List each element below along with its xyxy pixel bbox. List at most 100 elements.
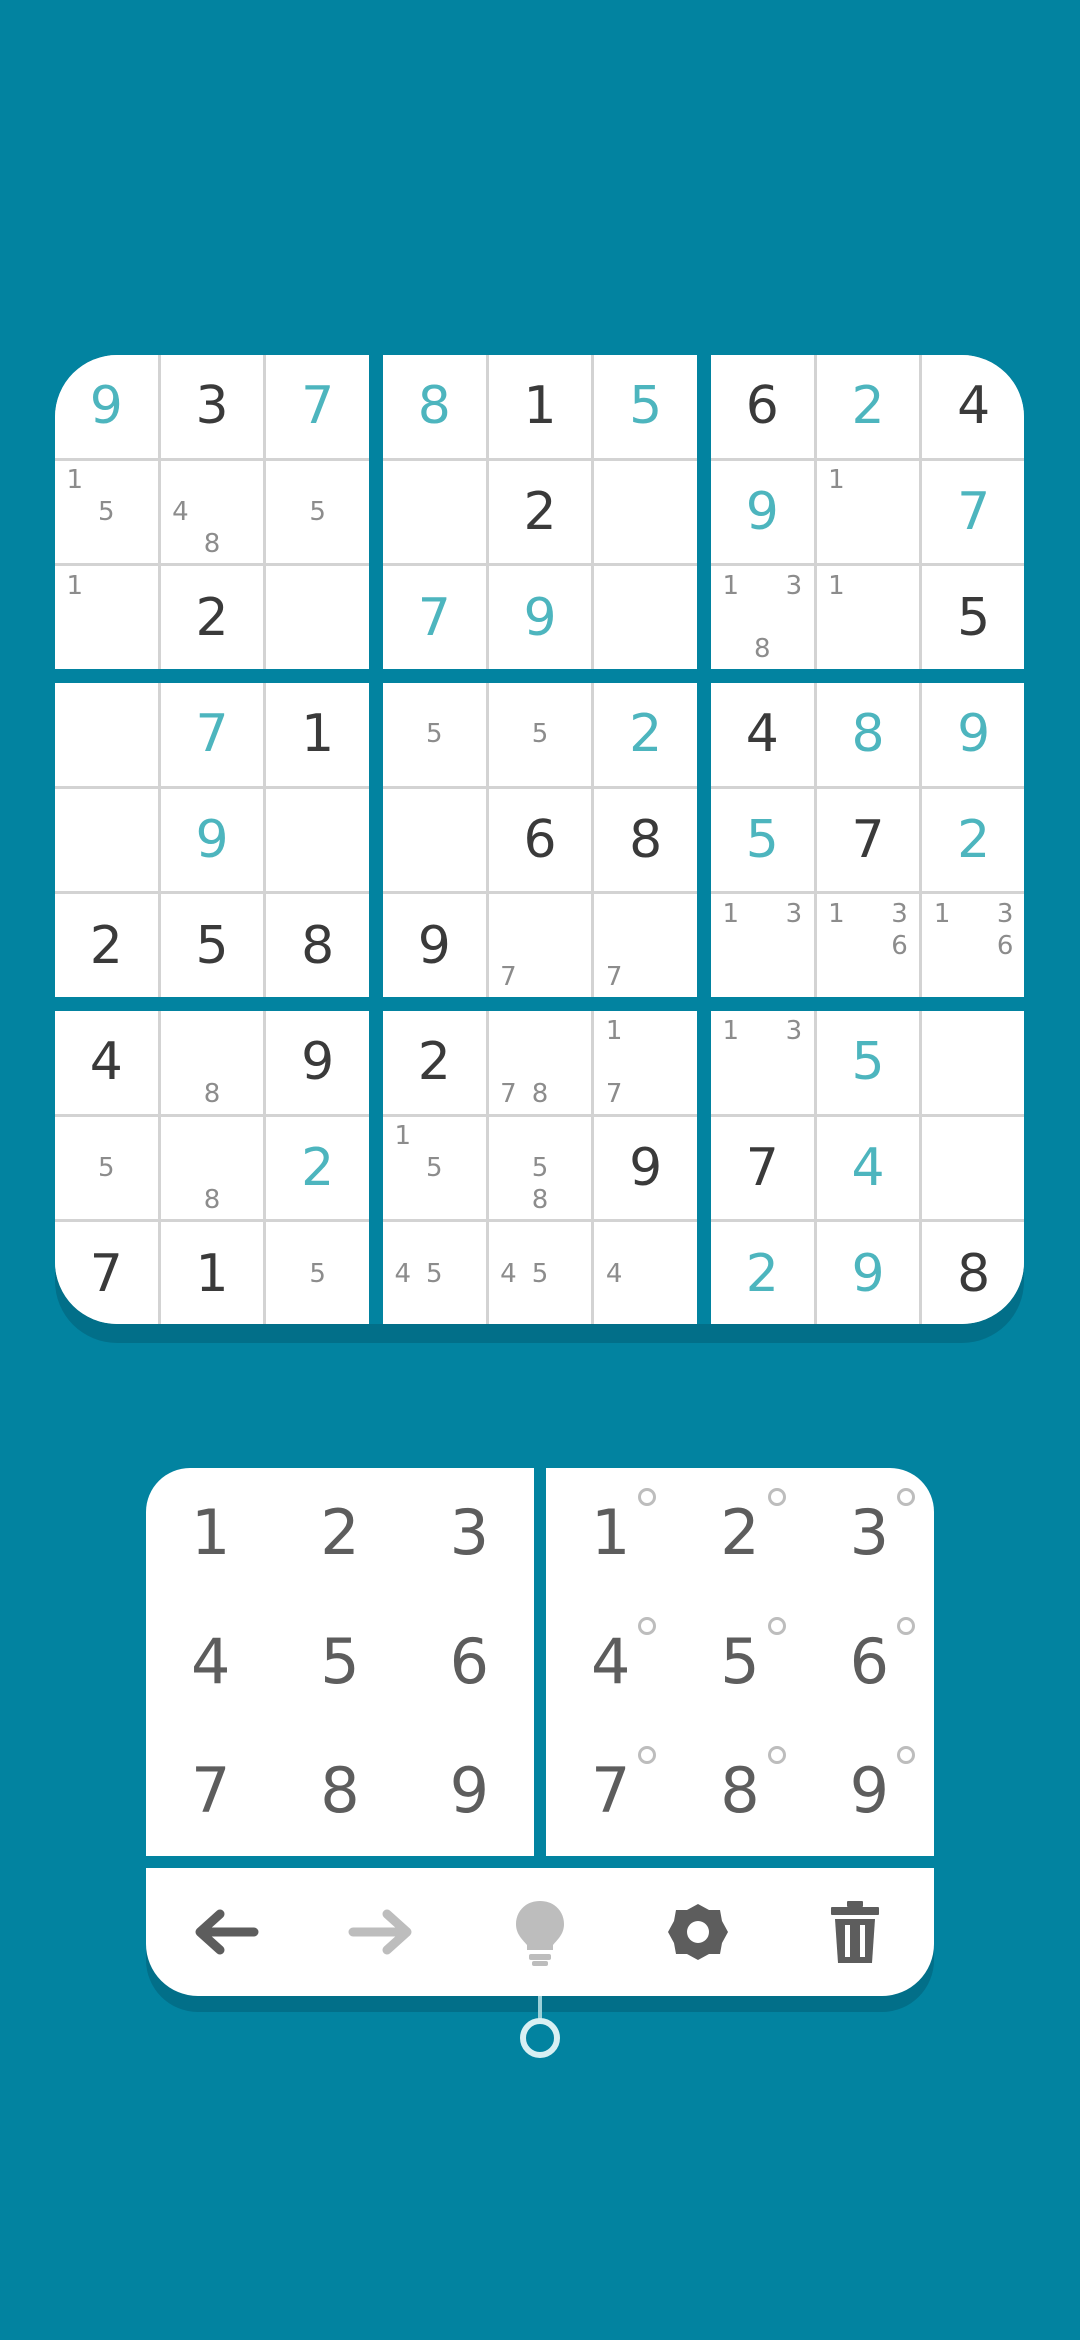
board-cell[interactable]: 8 <box>922 1222 1024 1324</box>
board-cell[interactable] <box>383 788 486 892</box>
board-cell[interactable]: 1 <box>816 460 920 564</box>
board-cell[interactable]: 9 <box>488 566 592 669</box>
board-cell[interactable]: 7 <box>383 566 486 669</box>
digit-key[interactable]: 8 <box>275 1727 404 1856</box>
board-cell[interactable]: 2 <box>488 460 592 564</box>
board-cell[interactable] <box>922 1011 1024 1114</box>
board-cell[interactable]: 5 <box>488 683 592 786</box>
board-cell[interactable]: 3 <box>160 355 264 458</box>
board-cell[interactable]: 8 <box>816 683 920 786</box>
board-cell[interactable]: 1 36 <box>816 894 920 997</box>
board-cell[interactable]: 9 <box>816 1222 920 1324</box>
board-cell[interactable] <box>266 788 369 892</box>
board-cell[interactable]: 5 <box>594 355 697 458</box>
board-cell[interactable]: 9 <box>922 683 1024 786</box>
board-cell[interactable]: 2 <box>922 788 1024 892</box>
board-cell[interactable]: 7 <box>594 894 697 997</box>
board-cell[interactable]: 5 <box>816 1011 920 1114</box>
digit-key[interactable]: 2 <box>275 1468 404 1597</box>
note-key[interactable]: 7 <box>546 1727 675 1856</box>
digit-key[interactable]: 1 <box>146 1468 275 1597</box>
note-key[interactable]: 3 <box>805 1468 934 1597</box>
note-key[interactable]: 1 <box>546 1468 675 1597</box>
board-cell[interactable] <box>922 1116 1024 1220</box>
board-cell[interactable] <box>383 460 486 564</box>
board-cell[interactable]: 5 <box>383 683 486 786</box>
board-cell[interactable]: 9 <box>711 460 814 564</box>
board-cell[interactable]: 15 <box>55 460 158 564</box>
board-cell[interactable]: 17 <box>594 1011 697 1114</box>
board-cell[interactable]: 58 <box>488 1116 592 1220</box>
board-cell[interactable]: 4 <box>711 683 814 786</box>
board-cell[interactable]: 45 <box>488 1222 592 1324</box>
board-cell[interactable]: 2 <box>266 1116 369 1220</box>
board-cell[interactable] <box>594 566 697 669</box>
board-cell[interactable] <box>55 683 158 786</box>
redo-button[interactable] <box>337 1887 427 1977</box>
board-cell[interactable]: 1 3 8 <box>711 566 814 669</box>
board-cell[interactable]: 2 <box>383 1011 486 1114</box>
note-key[interactable]: 2 <box>675 1468 804 1597</box>
board-cell[interactable]: 7 <box>922 460 1024 564</box>
digit-key[interactable]: 6 <box>405 1597 534 1726</box>
board-cell[interactable] <box>266 566 369 669</box>
erase-button[interactable] <box>810 1887 900 1977</box>
board-cell[interactable]: 7 <box>160 683 264 786</box>
digit-key[interactable]: 4 <box>146 1597 275 1726</box>
digit-key[interactable]: 9 <box>405 1727 534 1856</box>
note-key[interactable]: 4 <box>546 1597 675 1726</box>
board-cell[interactable]: 7 <box>55 1222 158 1324</box>
board-cell[interactable]: 1 <box>266 683 369 786</box>
board-cell[interactable]: 6 <box>711 355 814 458</box>
note-key[interactable]: 5 <box>675 1597 804 1726</box>
board-cell[interactable]: 4 <box>816 1116 920 1220</box>
board-cell[interactable]: 2 <box>55 894 158 997</box>
hint-button[interactable] <box>495 1887 585 1977</box>
board-cell[interactable]: 1 36 <box>922 894 1024 997</box>
settings-button[interactable] <box>653 1887 743 1977</box>
board-cell[interactable] <box>55 788 158 892</box>
board-cell[interactable]: 5 <box>266 460 369 564</box>
note-key[interactable]: 6 <box>805 1597 934 1726</box>
board-cell[interactable]: 1 <box>488 355 592 458</box>
board-cell[interactable]: 5 <box>922 566 1024 669</box>
board-cell[interactable]: 8 <box>266 894 369 997</box>
board-cell[interactable]: 9 <box>55 355 158 458</box>
board-cell[interactable]: 1 <box>55 566 158 669</box>
board-cell[interactable]: 7 <box>488 894 592 997</box>
note-key[interactable]: 8 <box>675 1727 804 1856</box>
board-cell[interactable]: 1 <box>160 1222 264 1324</box>
board-cell[interactable]: 9 <box>383 894 486 997</box>
board-cell[interactable]: 4 <box>55 1011 158 1114</box>
board-cell[interactable]: 78 <box>488 1011 592 1114</box>
board-cell[interactable]: 6 <box>488 788 592 892</box>
board-cell[interactable]: 8 <box>594 788 697 892</box>
undo-button[interactable] <box>180 1887 270 1977</box>
board-cell[interactable]: 15 <box>383 1116 486 1220</box>
board-cell[interactable]: 4 <box>922 355 1024 458</box>
board-cell[interactable]: 48 <box>160 460 264 564</box>
board-cell[interactable]: 8 <box>383 355 486 458</box>
board-cell[interactable]: 2 <box>711 1222 814 1324</box>
board-cell[interactable]: 7 <box>266 355 369 458</box>
board-cell[interactable]: 5 <box>160 894 264 997</box>
board-cell[interactable]: 7 <box>711 1116 814 1220</box>
board-cell[interactable]: 8 <box>160 1116 264 1220</box>
board-cell[interactable]: 2 <box>594 683 697 786</box>
board-cell[interactable]: 8 <box>160 1011 264 1114</box>
board-cell[interactable]: 5 <box>711 788 814 892</box>
board-cell[interactable]: 2 <box>816 355 920 458</box>
board-cell[interactable]: 7 <box>816 788 920 892</box>
board-cell[interactable]: 2 <box>160 566 264 669</box>
board-cell[interactable]: 1 <box>816 566 920 669</box>
digit-key[interactable]: 7 <box>146 1727 275 1856</box>
board-cell[interactable]: 9 <box>266 1011 369 1114</box>
board-cell[interactable]: 9 <box>160 788 264 892</box>
board-cell[interactable]: 9 <box>594 1116 697 1220</box>
board-cell[interactable]: 4 <box>594 1222 697 1324</box>
board-cell[interactable]: 13 <box>711 1011 814 1114</box>
digit-key[interactable]: 3 <box>405 1468 534 1597</box>
board-cell[interactable] <box>594 460 697 564</box>
note-key[interactable]: 9 <box>805 1727 934 1856</box>
digit-key[interactable]: 5 <box>275 1597 404 1726</box>
